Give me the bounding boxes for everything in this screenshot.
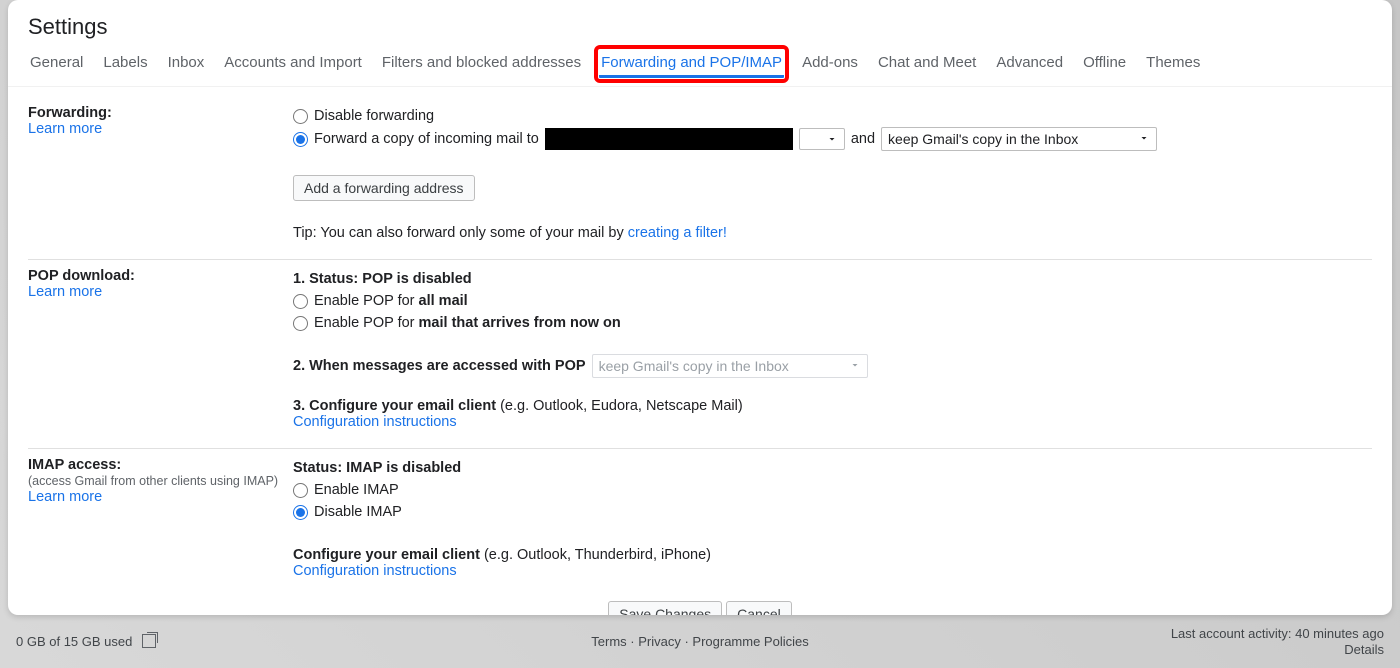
pop-learn-more-link[interactable]: Learn more [28, 284, 102, 300]
pop-status-prefix: 1. Status: [293, 271, 362, 287]
chevron-down-icon [849, 359, 861, 371]
imap-subheading: (access Gmail from other clients using I… [28, 474, 278, 488]
forward-copy-label: Forward a copy of incoming mail to [314, 128, 539, 150]
radio-enable-imap[interactable] [293, 483, 308, 498]
pop-status-value: POP is disabled [362, 271, 471, 287]
forward-action-select[interactable]: keep Gmail's copy in the Inbox [881, 127, 1157, 151]
pop-enable-now-bold: mail that arrives from now on [419, 315, 621, 331]
imap-heading: IMAP access: [28, 457, 121, 473]
chevron-down-icon [826, 133, 838, 145]
radio-disable-imap[interactable] [293, 505, 308, 520]
imap-config-instructions-link[interactable]: Configuration instructions [293, 563, 457, 579]
pop-enable-all-prefix: Enable POP for [314, 293, 419, 309]
settings-panel: Settings General Labels Inbox Accounts a… [8, 0, 1392, 615]
pop-heading: POP download: [28, 268, 135, 284]
section-imap: IMAP access: (access Gmail from other cl… [28, 448, 1372, 597]
imap-status-value: IMAP is disabled [346, 460, 461, 476]
footer-bar: 0 GB of 15 GB used Terms · Privacy · Pro… [0, 615, 1400, 668]
account-activity-text: Last account activity: 40 minutes ago [1171, 626, 1384, 642]
pop-when-select[interactable]: keep Gmail's copy in the Inbox [592, 354, 868, 378]
pop-when-selected: keep Gmail's copy in the Inbox [599, 355, 789, 377]
activity-details-link[interactable]: Details [1344, 642, 1384, 657]
pop-when-label: 2. When messages are accessed with POP [293, 355, 586, 377]
disable-forwarding-label: Disable forwarding [314, 105, 434, 127]
add-forwarding-address-button[interactable]: Add a forwarding address [293, 175, 475, 201]
external-link-icon[interactable] [142, 634, 156, 648]
forward-address-redacted [545, 128, 793, 150]
section-forwarding: Forwarding: Learn more Disable forwardin… [28, 97, 1372, 259]
tab-accounts[interactable]: Accounts and Import [222, 50, 364, 78]
forward-action-selected: keep Gmail's copy in the Inbox [888, 128, 1078, 150]
chevron-down-icon [1138, 132, 1150, 144]
radio-forward-copy[interactable] [293, 132, 308, 147]
imap-configure-example: (e.g. Outlook, Thunderbird, iPhone) [484, 547, 711, 563]
imap-configure-prefix: Configure your email client [293, 547, 484, 563]
footer-terms-link[interactable]: Terms [591, 634, 626, 649]
footer-privacy-link[interactable]: Privacy [638, 634, 681, 649]
tab-forwarding[interactable]: Forwarding and POP/IMAP [599, 50, 784, 78]
disable-imap-label: Disable IMAP [314, 501, 402, 523]
imap-learn-more-link[interactable]: Learn more [28, 489, 102, 505]
tab-offline[interactable]: Offline [1081, 50, 1128, 78]
radio-disable-forwarding[interactable] [293, 109, 308, 124]
settings-tabs: General Labels Inbox Accounts and Import… [8, 50, 1392, 87]
form-actions: Save Changes Cancel [28, 597, 1372, 615]
forward-address-select[interactable] [799, 128, 845, 150]
tab-addons[interactable]: Add-ons [800, 50, 860, 78]
tab-filters[interactable]: Filters and blocked addresses [380, 50, 583, 78]
section-pop: POP download: Learn more 1. Status: POP … [28, 259, 1372, 448]
storage-usage[interactable]: 0 GB of 15 GB used [16, 634, 132, 649]
pop-enable-now-prefix: Enable POP for [314, 315, 419, 331]
page-title: Settings [8, 0, 1392, 50]
forwarding-learn-more-link[interactable]: Learn more [28, 121, 102, 137]
tab-labels[interactable]: Labels [101, 50, 149, 78]
tab-inbox[interactable]: Inbox [166, 50, 207, 78]
tab-advanced[interactable]: Advanced [994, 50, 1065, 78]
pop-enable-all-bold: all mail [419, 293, 468, 309]
pop-configure-prefix: 3. Configure your email client [293, 398, 500, 414]
cancel-button[interactable]: Cancel [726, 601, 792, 615]
pop-config-instructions-link[interactable]: Configuration instructions [293, 414, 457, 430]
radio-pop-from-now[interactable] [293, 316, 308, 331]
imap-status-prefix: Status: [293, 460, 346, 476]
create-filter-link[interactable]: creating a filter! [628, 225, 727, 241]
forward-and-label: and [851, 128, 875, 150]
forward-tip-text: Tip: You can also forward only some of y… [293, 225, 628, 241]
settings-content: Forwarding: Learn more Disable forwardin… [8, 87, 1392, 615]
radio-pop-all-mail[interactable] [293, 294, 308, 309]
footer-policies-link[interactable]: Programme Policies [692, 634, 808, 649]
forwarding-heading: Forwarding: [28, 105, 112, 121]
enable-imap-label: Enable IMAP [314, 479, 399, 501]
tab-themes[interactable]: Themes [1144, 50, 1202, 78]
tab-general[interactable]: General [28, 50, 85, 78]
tab-chat[interactable]: Chat and Meet [876, 50, 978, 78]
save-changes-button[interactable]: Save Changes [608, 601, 722, 615]
pop-configure-example: (e.g. Outlook, Eudora, Netscape Mail) [500, 398, 743, 414]
